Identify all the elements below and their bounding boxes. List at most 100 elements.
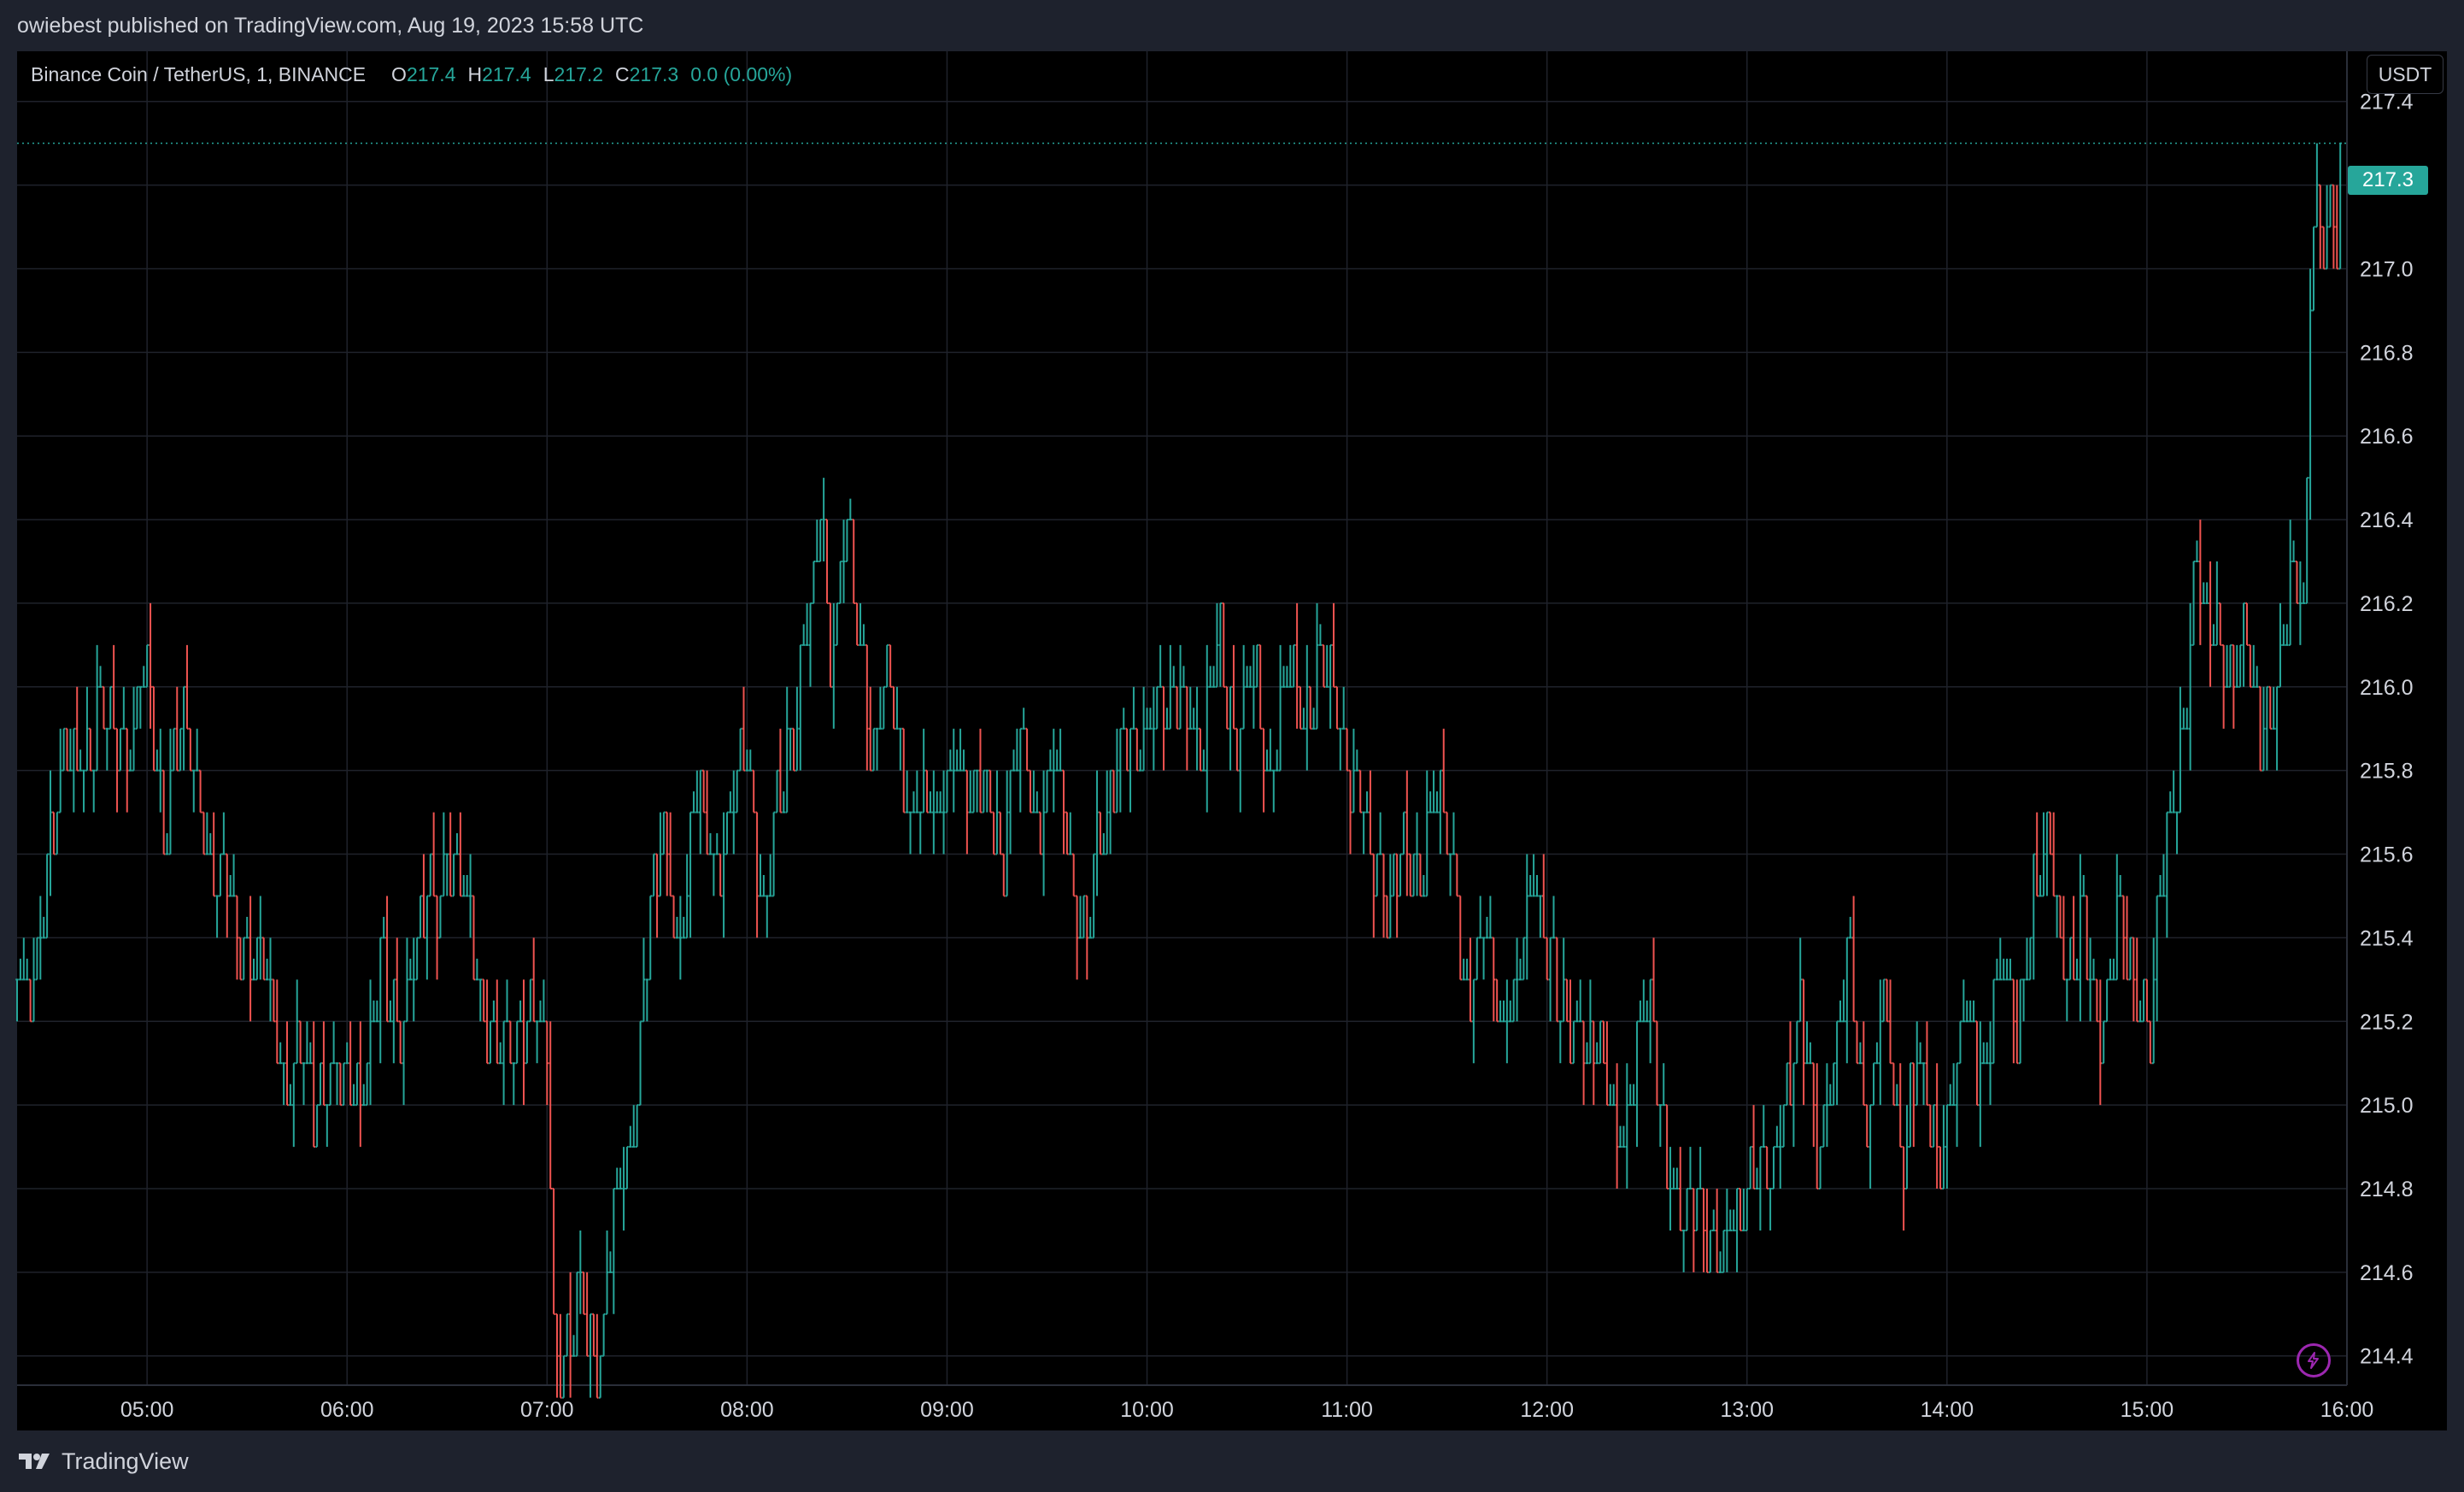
ohlc-bar (1265, 749, 1269, 772)
ohlc-chart[interactable]: 214.4 214.6 214.8 215.0 215.2 215.4 215.6 215.8… (0, 0, 2464, 1430)
ohlc-bar (2098, 979, 2103, 1106)
ohlc-bar (22, 937, 26, 981)
ohlc-bar (722, 812, 725, 938)
currency-button[interactable]: USDT (2367, 55, 2443, 94)
ohlc-bar (342, 1062, 346, 1107)
ohlc-bar (238, 937, 243, 981)
ohlc-bar (848, 498, 853, 521)
ohlc-bar (1141, 686, 1146, 772)
ohlc-bar (969, 770, 972, 814)
ohlc-bar (592, 1313, 595, 1357)
ohlc-bar (252, 958, 255, 981)
ohlc-bar (2282, 624, 2285, 646)
ohlc-bar (1509, 1000, 1512, 1023)
ohlc-bar (1272, 769, 1276, 813)
ohlc-bar (56, 811, 59, 855)
ohlc-bar (1828, 1084, 1833, 1107)
ohlc-bar (562, 1354, 566, 1399)
ohlc-bar (19, 958, 22, 981)
ohlc-bar (352, 1084, 355, 1107)
ohlc-bar (1982, 1042, 1986, 1065)
ohlc-bar (412, 937, 416, 1022)
ohlc-bar (2291, 540, 2296, 562)
ohlc-bar (1539, 895, 1542, 938)
ohlc-bar (492, 1000, 496, 1023)
ohlc-bar (1965, 1000, 1969, 1023)
ohlc-bar (1581, 1020, 1586, 1106)
ohlc-bar (768, 854, 772, 897)
ohlc-bar (945, 769, 949, 814)
y-tick-label: 215.2 (2360, 1010, 2414, 1034)
ohlc-bar (1935, 1063, 1939, 1189)
ohlc-bar (1055, 749, 1059, 772)
ohlc-bar (2238, 643, 2242, 688)
ohlc-bar (805, 602, 809, 646)
ohlc-bar (1845, 937, 1849, 1064)
ohlc-bar (1818, 1146, 1822, 1190)
ohlc-bar (1395, 853, 1399, 938)
ohlc-bar (192, 769, 196, 813)
ohlc-bar (515, 1020, 519, 1065)
ohlc-bar (1452, 812, 1456, 855)
ohlc-bar (578, 1230, 583, 1314)
ohlc-bar (2149, 1020, 2152, 1065)
lightning-icon[interactable] (2297, 1343, 2331, 1377)
ohlc-bar (2209, 561, 2212, 687)
ohlc-bar (1662, 1063, 1665, 1107)
ohlc-bar (1698, 1147, 1702, 1190)
ohlc-bar (312, 1021, 315, 1148)
y-tick-label: 215.4 (2360, 926, 2414, 950)
ohlc-bar (789, 727, 792, 771)
ohlc-bar (625, 1146, 629, 1190)
ohlc-bar (1332, 602, 1335, 688)
y-tick-label: 216.6 (2360, 425, 2414, 449)
ohlc-bar (575, 1271, 579, 1357)
ohlc-bar (302, 1062, 306, 1106)
ohlc-bar (989, 769, 992, 814)
ohlc-bar (259, 896, 262, 980)
x-tick-label: 09:00 (920, 1398, 974, 1422)
ohlc-bar (1921, 1062, 1926, 1106)
ohlc-bar (699, 769, 702, 855)
ohlc-bar (261, 937, 266, 981)
ohlc-bar (452, 853, 455, 897)
ohlc-bar (2298, 561, 2303, 645)
ohlc-bar (168, 728, 173, 855)
ohlc-bar (1088, 916, 1092, 939)
ohlc-bar (601, 1313, 606, 1357)
ohlc-bar (45, 853, 49, 939)
ohlc-bar (929, 791, 932, 814)
ohlc-bar (1518, 958, 1522, 981)
ohlc-bar (1041, 770, 1046, 896)
ohlc-bar (795, 686, 799, 772)
ohlc-bar (572, 1335, 576, 1357)
ohlc-bar (1565, 978, 1569, 1023)
ohlc-bar (95, 644, 99, 772)
ohlc-bar (1988, 1021, 1992, 1106)
ohlc-bar (1958, 1020, 1962, 1065)
ohlc-bar (759, 854, 762, 897)
ohlc-bar (1805, 1021, 1809, 1065)
x-tick-label: 08:00 (720, 1398, 774, 1422)
ohlc-bar (1335, 685, 1339, 730)
ohlc-bar (2198, 520, 2203, 645)
ohlc-bar (182, 685, 185, 771)
ohlc-bar (892, 685, 895, 730)
y-tick-label: 214.4 (2360, 1345, 2414, 1369)
ohlc-bar (1475, 937, 1479, 981)
symbol-title[interactable]: Binance Coin / TetherUS, 1, BINANCE (31, 63, 366, 86)
ohlc-bar (2295, 560, 2299, 604)
ohlc-bar (465, 875, 469, 897)
ohlc-bar (2302, 582, 2306, 604)
ohlc-bar (1035, 791, 1039, 814)
ohlc-bar (1881, 978, 1886, 1023)
ohlc-bar (1585, 1042, 1589, 1065)
tradingview-logo[interactable]: TradingView (19, 1448, 189, 1475)
ohlc-bar (695, 770, 699, 814)
ohlc-bar (438, 895, 443, 939)
ohlc-bar (315, 1104, 319, 1148)
ohlc-bar (1465, 958, 1469, 981)
ohlc-bar (402, 1020, 406, 1106)
footer: TradingView (0, 1430, 2464, 1492)
ohlc-bar (2252, 644, 2256, 688)
